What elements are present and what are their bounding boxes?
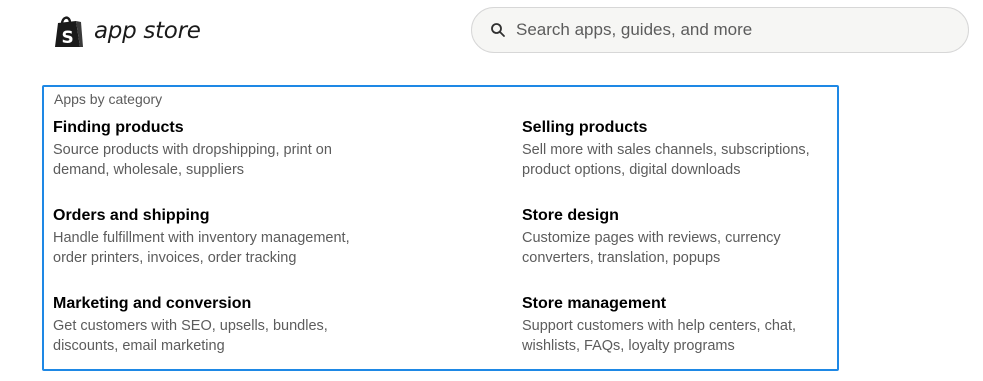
category-description: Sell more with sales channels, subscript… — [522, 142, 810, 178]
category-description: Source products with dropshipping, print… — [53, 142, 332, 178]
category-store-design[interactable]: Store design Customize pages with review… — [522, 206, 842, 268]
category-description: Get customers with SEO, upsells, bundles… — [53, 318, 328, 354]
category-title: Store design — [522, 207, 619, 224]
category-store-management[interactable]: Store management Support customers with … — [522, 294, 842, 356]
category-title: Finding products — [53, 119, 184, 136]
category-title: Marketing and conversion — [53, 295, 252, 312]
svg-text:S: S — [62, 28, 74, 48]
category-description: Handle fulfillment with inventory manage… — [53, 230, 350, 266]
apps-by-category-panel: Apps by category Finding products Source… — [42, 85, 839, 371]
search-input[interactable] — [516, 20, 936, 40]
category-finding-products[interactable]: Finding products Source products with dr… — [53, 118, 373, 180]
search-icon — [491, 23, 505, 37]
category-title: Selling products — [522, 119, 648, 136]
category-description: Customize pages with reviews, currency c… — [522, 230, 781, 266]
site-header: S app store — [0, 0, 983, 64]
shopify-bag-icon: S — [55, 16, 83, 48]
app-store-logo[interactable]: S app store — [52, 12, 201, 52]
category-orders-and-shipping[interactable]: Orders and shipping Handle fulfillment w… — [53, 206, 373, 268]
panel-heading: Apps by category — [54, 91, 163, 107]
category-description: Support customers with help centers, cha… — [522, 318, 797, 354]
category-title: Orders and shipping — [53, 207, 210, 224]
category-title: Store management — [522, 295, 667, 312]
category-selling-products[interactable]: Selling products Sell more with sales ch… — [522, 118, 842, 180]
logo-text: app store — [94, 18, 201, 44]
search-bar[interactable] — [471, 7, 969, 53]
category-marketing-and-conversion[interactable]: Marketing and conversion Get customers w… — [53, 294, 373, 356]
